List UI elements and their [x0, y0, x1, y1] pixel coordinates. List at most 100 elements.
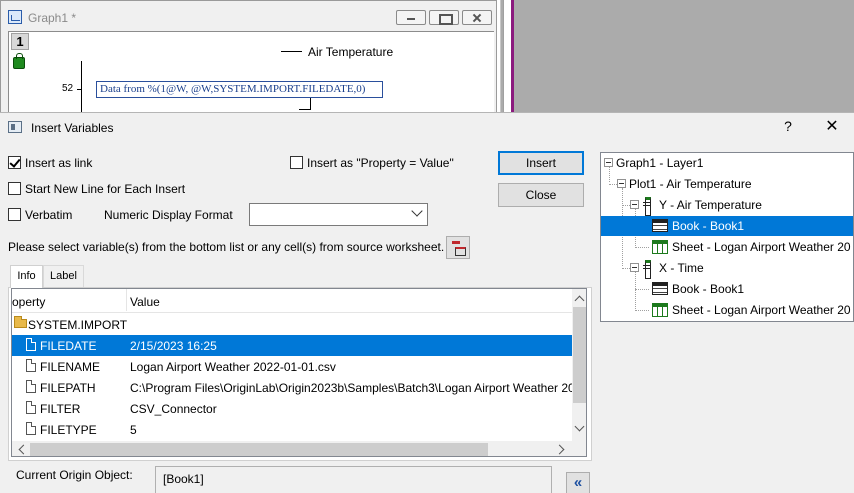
current-object-value: [Book1]: [163, 472, 204, 486]
document-icon: [26, 359, 36, 372]
tree-node-x-column[interactable]: X - Time: [601, 258, 853, 279]
property-value-label[interactable]: Insert as "Property = Value": [307, 156, 454, 170]
table-group-row[interactable]: SYSTEM.IMPORT: [12, 314, 572, 335]
row-value: 5: [130, 423, 137, 437]
row-name: FILETYPE: [40, 423, 97, 437]
row-name: FILEPATH: [40, 381, 96, 395]
scroll-corner: [572, 441, 586, 456]
tree-node-book[interactable]: Book - Book1: [601, 279, 853, 299]
row-name: FILENAME: [40, 360, 101, 374]
current-object-label: Current Origin Object:: [16, 468, 133, 482]
collapse-icon[interactable]: [604, 158, 613, 167]
graph-window: Graph1 * 1 Air Temperature 52 Data from …: [0, 0, 497, 114]
graph-close-button[interactable]: [462, 10, 492, 25]
document-icon: [26, 380, 36, 393]
collapse-panel-button[interactable]: «: [566, 472, 590, 493]
layer-number-badge[interactable]: 1: [11, 33, 29, 50]
info-table: operty Value SYSTEM.IMPORT FILEDATE 2/15…: [11, 288, 587, 457]
book-icon: [652, 219, 668, 232]
pick-from-worksheet-button[interactable]: [446, 236, 470, 259]
verbatim-checkbox[interactable]: [8, 208, 21, 221]
tree-node-sheet[interactable]: Sheet - Logan Airport Weather 20: [601, 300, 853, 320]
tree-node-y-column[interactable]: Y - Air Temperature: [601, 195, 853, 216]
tree-node-label: Book - Book1: [672, 282, 745, 296]
tree-node-label: Sheet - Logan Airport Weather 20: [672, 303, 851, 317]
tree-node-label: Graph1 - Layer1: [616, 156, 704, 170]
table-row[interactable]: FILENAME Logan Airport Weather 2022-01-0…: [12, 356, 572, 377]
tree-node-graph-layer[interactable]: Graph1 - Layer1: [601, 153, 853, 173]
column-header-property[interactable]: operty: [12, 295, 45, 309]
tree-node-sheet[interactable]: Sheet - Logan Airport Weather 20: [601, 237, 853, 257]
dialog-title: Insert Variables: [31, 121, 114, 135]
maximize-button[interactable]: [429, 10, 459, 25]
insert-as-link-label[interactable]: Insert as link: [25, 156, 92, 170]
table-row[interactable]: FILETYPE 5: [12, 419, 572, 440]
insert-button[interactable]: Insert: [498, 151, 584, 175]
workspace-right: [514, 0, 854, 113]
graph-titlebar[interactable]: Graph1 *: [1, 1, 496, 31]
collapse-icon[interactable]: [617, 179, 626, 188]
tab-label[interactable]: Label: [43, 265, 84, 287]
lock-icon[interactable]: [13, 53, 25, 69]
row-value: C:\Program Files\OriginLab\Origin2023b\S…: [130, 381, 575, 395]
tree-node-label: Sheet - Logan Airport Weather 20: [672, 240, 851, 254]
y-axis-line: [81, 61, 82, 114]
table-row[interactable]: FILTER CSV_Connector: [12, 398, 572, 419]
start-new-line-label[interactable]: Start New Line for Each Insert: [25, 182, 185, 196]
instruction-text: Please select variable(s) from the botto…: [8, 240, 445, 254]
horizontal-scroll-thumb[interactable]: [30, 443, 488, 456]
tab-info[interactable]: Info: [10, 265, 43, 288]
scroll-left-icon[interactable]: [18, 444, 29, 455]
property-value-checkbox[interactable]: [290, 156, 303, 169]
row-name: FILEDATE: [40, 339, 97, 353]
minimize-button[interactable]: [396, 10, 426, 25]
plot-line-fragment: [299, 98, 311, 110]
group-name: SYSTEM.IMPORT: [28, 318, 128, 332]
tree-node-book[interactable]: Book - Book1: [601, 216, 853, 236]
column-icon: [643, 260, 651, 279]
graph-window-title: Graph1 *: [28, 11, 77, 25]
row-value: Logan Airport Weather 2022-01-01.csv: [130, 360, 336, 374]
vertical-scrollbar[interactable]: [572, 289, 586, 441]
folder-icon: [14, 316, 27, 328]
text-object-data-from[interactable]: Data from %(1@W, @W,SYSTEM.IMPORT.FILEDA…: [96, 81, 383, 98]
numeric-format-dropdown[interactable]: [249, 203, 428, 226]
chevron-down-icon: [411, 205, 423, 217]
current-object-field: [Book1]: [155, 466, 552, 493]
table-row[interactable]: FILEPATH C:\Program Files\OriginLab\Orig…: [12, 377, 575, 398]
collapse-icon[interactable]: [630, 200, 639, 209]
y-axis-tick-label: 52: [62, 83, 74, 94]
vertical-scroll-thumb[interactable]: [573, 307, 586, 403]
insert-as-link-checkbox[interactable]: [8, 156, 21, 169]
tree-node-label: Plot1 - Air Temperature: [629, 177, 752, 191]
verbatim-label[interactable]: Verbatim: [25, 208, 72, 222]
tree-node-label: Book - Book1: [672, 219, 745, 233]
table-row[interactable]: FILEDATE 2/15/2023 16:25: [12, 335, 572, 356]
numeric-format-label: Numeric Display Format: [104, 208, 233, 222]
column-header-value[interactable]: Value: [130, 295, 160, 309]
row-value: 2/15/2023 16:25: [130, 339, 217, 353]
start-new-line-checkbox[interactable]: [8, 182, 21, 195]
scroll-up-icon[interactable]: [574, 295, 585, 306]
document-icon: [26, 422, 36, 435]
dialog-icon: [8, 121, 22, 133]
workspace-splitter[interactable]: [503, 0, 511, 113]
close-button[interactable]: Close: [498, 183, 584, 207]
pick-cells-icon: [452, 241, 466, 256]
help-button[interactable]: ?: [780, 118, 796, 136]
tree-node-label: Y - Air Temperature: [659, 198, 762, 212]
legend-label[interactable]: Air Temperature: [308, 45, 393, 59]
sheet-icon: [652, 303, 668, 317]
tree-node-label: X - Time: [659, 261, 704, 275]
legend-line-sample: [281, 51, 302, 52]
graph-window-icon: [8, 10, 22, 24]
horizontal-scrollbar[interactable]: [12, 441, 586, 456]
scroll-down-icon[interactable]: [574, 421, 585, 432]
column-divider[interactable]: [126, 289, 127, 311]
table-header: operty Value: [12, 289, 572, 313]
insert-variables-dialog: Insert Variables ? ✕ Insert as link Star…: [0, 112, 854, 493]
collapse-icon[interactable]: [630, 263, 639, 272]
scroll-right-icon[interactable]: [554, 444, 565, 455]
dialog-close-button[interactable]: ✕: [822, 118, 842, 138]
tree-node-plot[interactable]: Plot1 - Air Temperature: [601, 174, 853, 194]
